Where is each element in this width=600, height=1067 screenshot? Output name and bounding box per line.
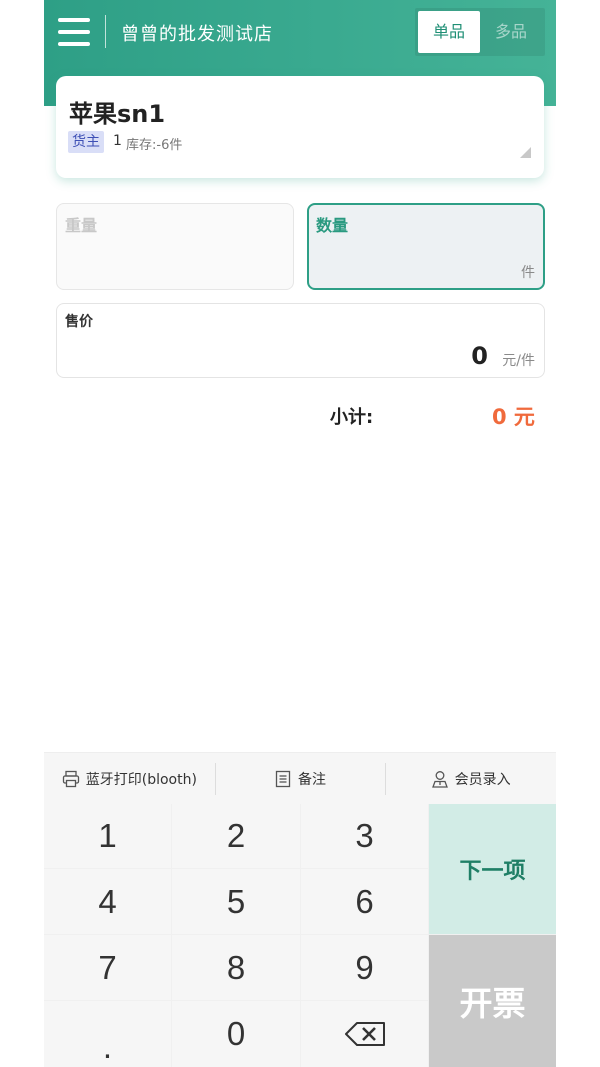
product-name: 苹果sn1 <box>69 100 166 128</box>
key-9[interactable]: 9 <box>301 935 428 1000</box>
quantity-unit: 件 <box>521 265 535 281</box>
quantity-field[interactable]: 数量 件 <box>307 203 545 290</box>
key-0[interactable]: 0 <box>172 1001 300 1067</box>
weight-field[interactable]: 重量 <box>56 203 294 290</box>
note-button[interactable]: 备注 <box>214 753 386 804</box>
backspace-button[interactable] <box>301 1001 428 1067</box>
note-label: 备注 <box>298 771 326 788</box>
key-dot[interactable]: . <box>44 1001 171 1067</box>
bluetooth-print-button[interactable]: 蓝牙打印(blooth) <box>44 753 215 804</box>
key-8[interactable]: 8 <box>172 935 300 1000</box>
next-item-button[interactable]: 下一项 <box>429 804 556 934</box>
price-field[interactable]: 售价 0 元/件 <box>56 303 545 378</box>
subtotal-label: 小计: <box>330 407 374 428</box>
stock-text: 库存:-6件 <box>126 138 183 153</box>
weight-label: 重量 <box>65 216 98 235</box>
store-name: 曾曾的批发测试店 <box>121 24 273 45</box>
key-2[interactable]: 2 <box>172 804 300 868</box>
key-3[interactable]: 3 <box>301 804 428 868</box>
member-label: 会员录入 <box>454 771 511 788</box>
corner-triangle-icon <box>520 147 531 158</box>
price-unit: 元/件 <box>502 353 535 369</box>
tab-multi-item[interactable]: 多品 <box>480 11 542 53</box>
numeric-keypad: 1 2 3 4 5 6 7 8 9 . 0 下一项 开票 <box>44 804 556 1067</box>
printer-icon <box>62 770 79 787</box>
price-label: 售价 <box>65 314 93 330</box>
app-screen: 曾曾的批发测试店 单品 多品 苹果sn1 货主 1 库存:-6件 重量 数量 件… <box>44 0 556 1067</box>
key-4[interactable]: 4 <box>44 869 171 934</box>
key-7[interactable]: 7 <box>44 935 171 1000</box>
tab-single-item[interactable]: 单品 <box>418 11 480 53</box>
price-value: 0 <box>471 342 488 370</box>
key-6[interactable]: 6 <box>301 869 428 934</box>
backspace-icon <box>344 1022 385 1046</box>
action-toolbar: 蓝牙打印(blooth) 备注 会员录入 <box>44 752 556 804</box>
member-icon <box>431 770 448 788</box>
product-card[interactable]: 苹果sn1 货主 1 库存:-6件 <box>56 76 544 178</box>
key-1[interactable]: 1 <box>44 804 171 868</box>
owner-count: 1 <box>113 133 122 149</box>
subtotal-value: 0 元 <box>492 405 535 429</box>
key-5[interactable]: 5 <box>172 869 300 934</box>
note-icon <box>275 770 291 787</box>
invoice-button[interactable]: 开票 <box>429 935 556 1067</box>
header-divider <box>105 15 106 48</box>
quantity-label: 数量 <box>316 216 349 235</box>
mode-switch: 单品 多品 <box>415 8 545 56</box>
menu-icon[interactable] <box>58 17 92 47</box>
member-entry-button[interactable]: 会员录入 <box>385 753 556 804</box>
print-label: 蓝牙打印(blooth) <box>85 771 197 788</box>
owner-badge: 货主 <box>68 131 104 153</box>
